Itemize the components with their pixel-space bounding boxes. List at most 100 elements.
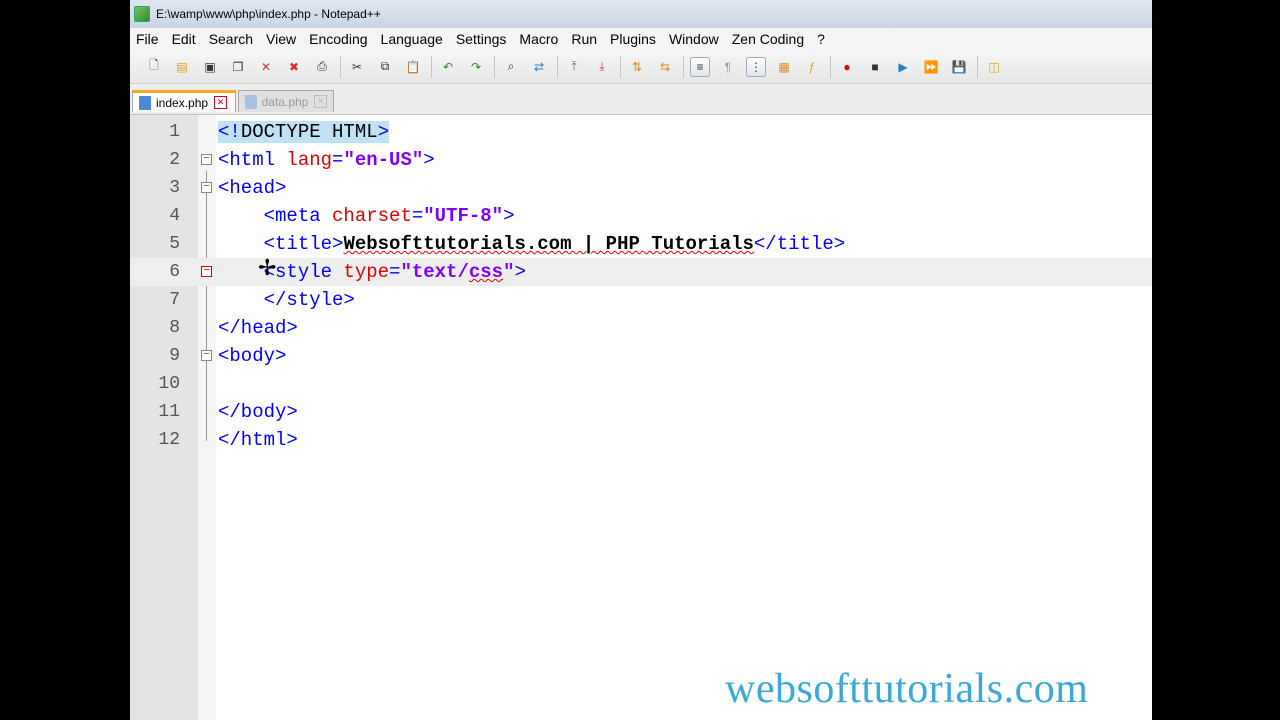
sync-horizontal-icon[interactable]: ⇆ [655, 57, 675, 77]
code-token: Websofttutorials.com | PHP Tutorials [343, 233, 754, 255]
toolbar-separator [340, 55, 341, 78]
code-line[interactable]: 8 </head> [130, 314, 1152, 342]
close-icon[interactable]: ✕ [256, 57, 276, 77]
code-token: "UTF-8" [423, 205, 504, 227]
menu-help[interactable]: ? [811, 31, 832, 47]
redo-icon[interactable]: ↷ [466, 57, 486, 77]
code-line[interactable]: 7 </style> [130, 286, 1152, 314]
code-token: charset [320, 205, 412, 227]
code-token: type [332, 261, 390, 283]
fold-collapse-icon[interactable]: − [201, 266, 212, 277]
tab-bar: index.php ✕ data.php ✕ [130, 86, 1152, 115]
toolbar-separator [431, 55, 432, 78]
code-token: css [468, 261, 504, 283]
line-text: </html> [218, 426, 298, 454]
zoom-in-icon[interactable]: ⤒ [564, 57, 584, 77]
line-number: 9 [169, 346, 180, 366]
menu-zen-coding[interactable]: Zen Coding [726, 31, 811, 47]
tab-index-php[interactable]: index.php ✕ [132, 90, 236, 112]
new-file-icon[interactable]: 🗋 [144, 57, 164, 77]
line-text: <meta charset="UTF-8"> [218, 202, 515, 230]
close-all-icon[interactable]: ✖ [284, 57, 304, 77]
close-tab-icon[interactable]: ✕ [214, 96, 228, 109]
title-bar[interactable]: E:\wamp\www\php\index.php - Notepad++ [130, 0, 1152, 28]
function-list-icon[interactable]: ƒ [802, 57, 822, 77]
menu-settings[interactable]: Settings [450, 31, 514, 47]
line-text: <body> [218, 342, 286, 370]
line-text: <title>Websofttutorials.com | PHP Tutori… [218, 230, 846, 258]
code-line[interactable]: 4 <meta charset="UTF-8"> [130, 202, 1152, 230]
launch-browser-icon[interactable]: ◫ [984, 57, 1004, 77]
line-number: 6 [169, 262, 180, 282]
doc-map-icon[interactable]: ▦ [774, 57, 794, 77]
code-line[interactable]: 10 [130, 370, 1152, 398]
line-number: 4 [169, 206, 180, 226]
menu-view[interactable]: View [260, 31, 303, 47]
code-line[interactable]: 5 <title>Websofttutorials.com | PHP Tuto… [130, 230, 1152, 258]
toolbar-separator [494, 55, 495, 78]
line-text: <head> [218, 174, 286, 202]
code-token: <! [218, 121, 241, 143]
zoom-out-icon[interactable]: ⤓ [592, 57, 612, 77]
code-line[interactable]: 12 </html> [130, 426, 1152, 454]
indent-guide-icon[interactable]: ⋮ [746, 56, 766, 77]
menu-window[interactable]: Window [663, 31, 726, 47]
toolbar-separator [977, 55, 978, 78]
line-number: 7 [169, 290, 180, 310]
replace-icon[interactable]: ⇄ [529, 57, 549, 77]
code-line[interactable]: 3 − <head> [130, 174, 1152, 202]
paste-icon[interactable]: 📋 [403, 57, 423, 77]
code-token: </body> [218, 401, 298, 423]
code-token: <html [218, 149, 276, 171]
fold-collapse-icon[interactable]: − [201, 154, 212, 165]
find-icon[interactable]: ⌕ [501, 57, 521, 77]
play-multiple-icon[interactable]: ⏩ [921, 57, 941, 77]
code-token: "en-US" [343, 149, 424, 171]
menu-language[interactable]: Language [375, 31, 450, 47]
code-token: " [503, 261, 515, 283]
word-wrap-icon[interactable]: ≡ [690, 56, 710, 77]
save-icon[interactable]: ▣ [200, 57, 220, 77]
save-macro-icon[interactable]: 💾 [949, 57, 969, 77]
play-macro-icon[interactable]: ▶ [893, 57, 913, 77]
stop-macro-icon[interactable]: ■ [865, 57, 885, 77]
menu-plugins[interactable]: Plugins [604, 31, 663, 47]
menu-encoding[interactable]: Encoding [303, 31, 374, 47]
code-line[interactable]: 1 <!DOCTYPE HTML> [130, 118, 1152, 146]
code-line[interactable]: 9 − <body> [130, 342, 1152, 370]
code-token: > [377, 121, 390, 143]
code-line[interactable]: 2 − <html lang="en-US"> [130, 146, 1152, 174]
fold-collapse-icon[interactable]: − [201, 182, 212, 193]
code-line[interactable]: 11 </body> [130, 398, 1152, 426]
sync-vertical-icon[interactable]: ⇅ [627, 57, 647, 77]
cut-icon[interactable]: ✂ [347, 57, 367, 77]
open-file-icon[interactable]: ▤ [172, 57, 192, 77]
line-text: <!DOCTYPE HTML> [218, 118, 390, 146]
tab-data-php[interactable]: data.php ✕ [238, 90, 334, 112]
undo-icon[interactable]: ↶ [438, 57, 458, 77]
code-editor[interactable]: 1 <!DOCTYPE HTML> 2 − <html lang="en-US"… [130, 115, 1152, 720]
line-text: </body> [218, 398, 298, 426]
code-token: </html> [218, 429, 298, 451]
menu-macro[interactable]: Macro [513, 31, 565, 47]
code-token: > [514, 261, 526, 283]
code-token: > [423, 149, 435, 171]
menu-edit[interactable]: Edit [166, 31, 203, 47]
code-token: "text/ [400, 261, 469, 283]
line-text: </head> [218, 314, 298, 342]
code-token: = [411, 205, 424, 227]
menu-run[interactable]: Run [565, 31, 604, 47]
show-all-chars-icon[interactable]: ¶ [718, 57, 738, 77]
save-all-icon[interactable]: ❐ [228, 57, 248, 77]
menu-search[interactable]: Search [203, 31, 260, 47]
code-line-current[interactable]: 6 − <style type="text/css"> [130, 258, 1152, 286]
record-macro-icon[interactable]: ● [837, 57, 857, 77]
line-number: 5 [169, 234, 180, 254]
menu-file[interactable]: File [130, 31, 166, 47]
code-token: </head> [218, 317, 298, 339]
fold-collapse-icon[interactable]: − [201, 350, 212, 361]
copy-icon[interactable]: ⧉ [375, 57, 395, 77]
toolbar-separator [620, 55, 621, 78]
print-icon[interactable]: ⎙ [312, 57, 332, 77]
close-tab-icon[interactable]: ✕ [314, 95, 327, 108]
